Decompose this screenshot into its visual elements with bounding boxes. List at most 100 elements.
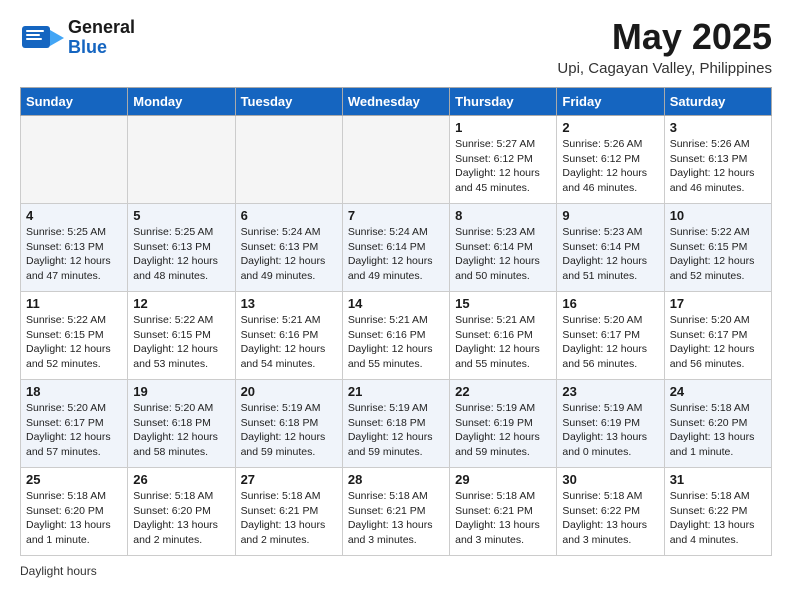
day-info: Sunrise: 5:26 AM Sunset: 6:12 PM Dayligh… (562, 137, 658, 196)
day-info: Sunrise: 5:18 AM Sunset: 6:21 PM Dayligh… (455, 489, 551, 548)
title-block: May 2025 Upi, Cagayan Valley, Philippine… (557, 16, 772, 77)
calendar-cell: 10 Sunrise: 5:22 AM Sunset: 6:15 PM Dayli… (664, 204, 771, 292)
calendar-cell: 18Sunrise: 5:20 AM Sunset: 6:17 PM Dayli… (21, 380, 128, 468)
calendar-cell: 9 Sunrise: 5:23 AM Sunset: 6:14 PM Daylig… (557, 204, 664, 292)
calendar-cell: 5Sunrise: 5:25 AM Sunset: 6:13 PM Daylig… (128, 204, 235, 292)
calendar-cell: 26Sunrise: 5:18 AM Sunset: 6:20 PM Dayli… (128, 468, 235, 556)
month-title: May 2025 (557, 16, 772, 58)
day-number: 15 (455, 296, 551, 311)
day-number: 23 (562, 384, 658, 399)
day-number: 30 (562, 472, 658, 487)
calendar-day-header: Friday (557, 88, 664, 116)
day-number: 25 (26, 472, 122, 487)
calendar-day-header: Tuesday (235, 88, 342, 116)
day-info: Sunrise: 5:18 AM Sunset: 6:21 PM Dayligh… (241, 489, 337, 548)
day-number: 19 (133, 384, 229, 399)
calendar-day-header: Sunday (21, 88, 128, 116)
day-number: 18 (26, 384, 122, 399)
subtitle: Upi, Cagayan Valley, Philippines (557, 60, 772, 77)
day-info: Sunrise: 5:18 AM Sunset: 6:20 PM Dayligh… (670, 401, 766, 460)
calendar-cell: 22 Sunrise: 5:19 AM Sunset: 6:19 PM Dayli… (450, 380, 557, 468)
day-info: Sunrise: 5:22 AM Sunset: 6:15 PM Dayligh… (26, 313, 122, 372)
day-info: Sunrise: 5:24 AM Sunset: 6:14 PM Dayligh… (348, 225, 444, 284)
calendar-cell: 23Sunrise: 5:19 AM Sunset: 6:19 PM Dayli… (557, 380, 664, 468)
logo: General Blue (20, 16, 135, 60)
day-info: Sunrise: 5:20 AM Sunset: 6:18 PM Dayligh… (133, 401, 229, 460)
day-info: Sunrise: 5:22 AM Sunset: 6:15 PM Dayligh… (670, 225, 766, 284)
day-info: Sunrise: 5:18 AM Sunset: 6:21 PM Dayligh… (348, 489, 444, 548)
page-header: General Blue May 2025 Upi, Cagayan Valle… (20, 16, 772, 77)
day-number: 31 (670, 472, 766, 487)
day-number: 7 (348, 208, 444, 223)
day-info: Sunrise: 5:26 AM Sunset: 6:13 PM Dayligh… (670, 137, 766, 196)
day-number: 22 (455, 384, 551, 399)
calendar-cell (235, 116, 342, 204)
day-info: Sunrise: 5:18 AM Sunset: 6:22 PM Dayligh… (670, 489, 766, 548)
calendar-cell: 4 Sunrise: 5:25 AM Sunset: 6:13 PM Daylig… (21, 204, 128, 292)
calendar-cell: 27 Sunrise: 5:18 AM Sunset: 6:21 PM Dayli… (235, 468, 342, 556)
day-info: Sunrise: 5:22 AM Sunset: 6:15 PM Dayligh… (133, 313, 229, 372)
day-number: 11 (26, 296, 122, 311)
day-number: 6 (241, 208, 337, 223)
calendar-cell: 11 Sunrise: 5:22 AM Sunset: 6:15 PM Dayli… (21, 292, 128, 380)
day-info: Sunrise: 5:25 AM Sunset: 6:13 PM Dayligh… (26, 225, 122, 284)
calendar-cell: 14 Sunrise: 5:21 AM Sunset: 6:16 PM Dayli… (342, 292, 449, 380)
calendar-cell (342, 116, 449, 204)
day-info: Sunrise: 5:19 AM Sunset: 6:19 PM Dayligh… (455, 401, 551, 460)
day-info: Sunrise: 5:18 AM Sunset: 6:22 PM Dayligh… (562, 489, 658, 548)
calendar-cell: 19 Sunrise: 5:20 AM Sunset: 6:18 PM Dayli… (128, 380, 235, 468)
calendar-header: SundayMondayTuesdayWednesdayThursdayFrid… (21, 88, 772, 116)
day-number: 10 (670, 208, 766, 223)
day-number: 28 (348, 472, 444, 487)
calendar-cell: 2 Sunrise: 5:26 AM Sunset: 6:12 PM Daylig… (557, 116, 664, 204)
day-info: Sunrise: 5:20 AM Sunset: 6:17 PM Dayligh… (562, 313, 658, 372)
day-number: 17 (670, 296, 766, 311)
calendar-cell: 29 Sunrise: 5:18 AM Sunset: 6:21 PM Dayli… (450, 468, 557, 556)
day-number: 16 (562, 296, 658, 311)
calendar-cell: 12Sunrise: 5:22 AM Sunset: 6:15 PM Dayli… (128, 292, 235, 380)
day-info: Sunrise: 5:19 AM Sunset: 6:18 PM Dayligh… (348, 401, 444, 460)
calendar-cell: 24 Sunrise: 5:18 AM Sunset: 6:20 PM Dayli… (664, 380, 771, 468)
calendar-day-header: Monday (128, 88, 235, 116)
day-info: Sunrise: 5:20 AM Sunset: 6:17 PM Dayligh… (670, 313, 766, 372)
calendar-cell: 15Sunrise: 5:21 AM Sunset: 6:16 PM Dayli… (450, 292, 557, 380)
calendar-cell: 16 Sunrise: 5:20 AM Sunset: 6:17 PM Dayli… (557, 292, 664, 380)
calendar-day-header: Saturday (664, 88, 771, 116)
day-number: 24 (670, 384, 766, 399)
calendar-cell (128, 116, 235, 204)
day-number: 29 (455, 472, 551, 487)
logo-blue: Blue (68, 37, 107, 57)
day-info: Sunrise: 5:18 AM Sunset: 6:20 PM Dayligh… (26, 489, 122, 548)
calendar-cell: 30 Sunrise: 5:18 AM Sunset: 6:22 PM Dayli… (557, 468, 664, 556)
day-info: Sunrise: 5:21 AM Sunset: 6:16 PM Dayligh… (241, 313, 337, 372)
day-number: 1 (455, 120, 551, 135)
day-info: Sunrise: 5:27 AM Sunset: 6:12 PM Dayligh… (455, 137, 551, 196)
logo-general: General (68, 17, 135, 37)
day-number: 2 (562, 120, 658, 135)
day-info: Sunrise: 5:24 AM Sunset: 6:13 PM Dayligh… (241, 225, 337, 284)
day-number: 21 (348, 384, 444, 399)
calendar-cell: 6 Sunrise: 5:24 AM Sunset: 6:13 PM Daylig… (235, 204, 342, 292)
day-number: 14 (348, 296, 444, 311)
day-info: Sunrise: 5:21 AM Sunset: 6:16 PM Dayligh… (348, 313, 444, 372)
day-number: 26 (133, 472, 229, 487)
calendar-cell: 28 Sunrise: 5:18 AM Sunset: 6:21 PM Dayli… (342, 468, 449, 556)
footer-note: Daylight hours (20, 564, 772, 578)
day-info: Sunrise: 5:19 AM Sunset: 6:18 PM Dayligh… (241, 401, 337, 460)
calendar-cell: 1 Sunrise: 5:27 AM Sunset: 6:12 PM Daylig… (450, 116, 557, 204)
calendar-cell (21, 116, 128, 204)
day-number: 13 (241, 296, 337, 311)
calendar-cell: 20 Sunrise: 5:19 AM Sunset: 6:18 PM Dayli… (235, 380, 342, 468)
day-number: 4 (26, 208, 122, 223)
calendar-cell: 7 Sunrise: 5:24 AM Sunset: 6:14 PM Daylig… (342, 204, 449, 292)
calendar-cell: 3 Sunrise: 5:26 AM Sunset: 6:13 PM Daylig… (664, 116, 771, 204)
day-number: 27 (241, 472, 337, 487)
day-info: Sunrise: 5:23 AM Sunset: 6:14 PM Dayligh… (562, 225, 658, 284)
calendar-cell: 21 Sunrise: 5:19 AM Sunset: 6:18 PM Dayli… (342, 380, 449, 468)
calendar-day-header: Wednesday (342, 88, 449, 116)
day-number: 3 (670, 120, 766, 135)
day-number: 8 (455, 208, 551, 223)
day-number: 9 (562, 208, 658, 223)
day-number: 5 (133, 208, 229, 223)
day-number: 20 (241, 384, 337, 399)
